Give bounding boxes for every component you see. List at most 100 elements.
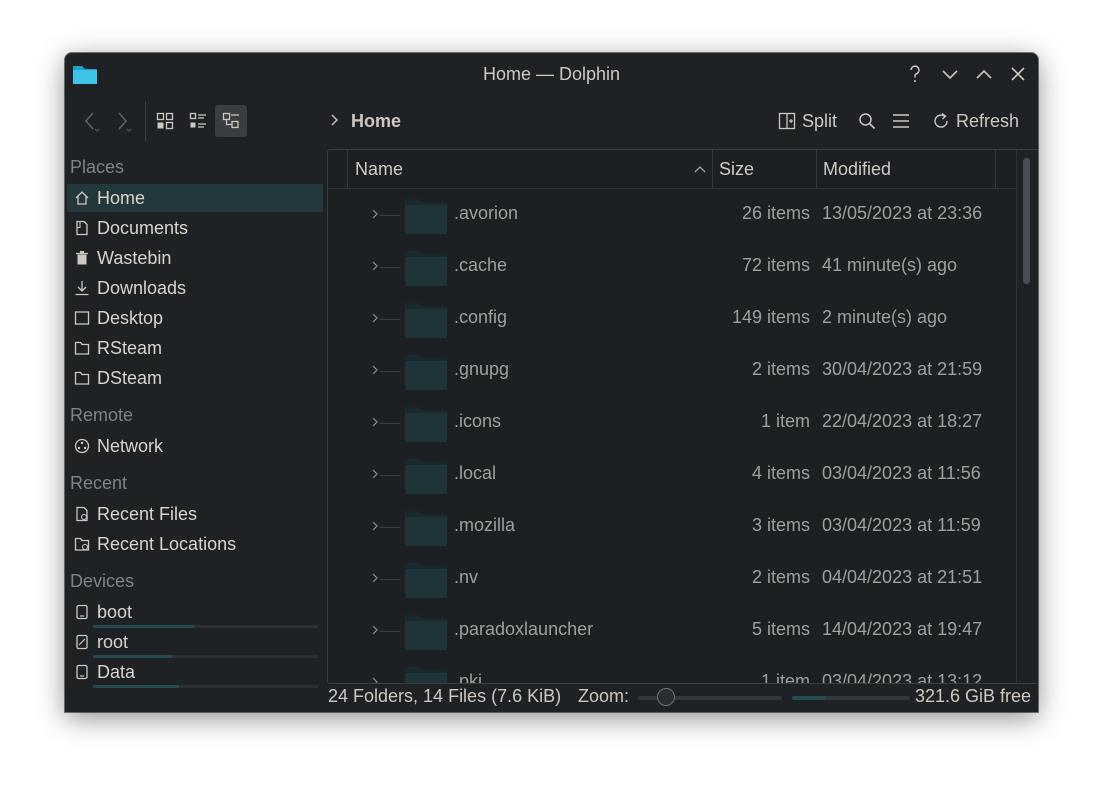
tree-line	[380, 319, 400, 320]
view-details-icon	[222, 112, 239, 129]
back-button[interactable]	[75, 105, 107, 137]
tree-line	[380, 475, 400, 476]
downloads-icon	[74, 280, 90, 296]
zoom-label: Zoom:	[578, 686, 630, 706]
file-view[interactable]: Name Size Modified .avorion 26 items 13/05…	[327, 149, 1038, 684]
sidebar-item-label: Wastebin	[97, 247, 172, 268]
refresh-button[interactable]: Refresh	[932, 109, 1019, 133]
home-icon	[74, 190, 90, 206]
file-row[interactable]: .mozilla 3 items 03/04/2023 at 11:59	[328, 501, 1016, 553]
toolbar-separator	[145, 101, 146, 141]
documents-icon	[74, 220, 90, 236]
chevron-down-icon	[942, 70, 958, 80]
tree-line	[380, 631, 400, 632]
free-space-bar	[792, 696, 910, 700]
section-places: Places	[70, 157, 125, 177]
tree-line	[380, 527, 400, 528]
free-space-fill	[792, 696, 827, 700]
sidebar-item-label: Documents	[97, 217, 189, 238]
split-button[interactable]: Split	[778, 109, 837, 133]
file-row[interactable]: .config 149 items 2 minute(s) ago	[328, 293, 1016, 345]
sidebar-item-documents[interactable]: Documents	[67, 214, 323, 242]
breadcrumb-home[interactable]: Home	[351, 111, 401, 132]
expand-chevron-icon[interactable]	[370, 259, 380, 273]
file-size: 5 items	[751, 619, 810, 639]
file-modified: 14/04/2023 at 19:47	[822, 619, 983, 639]
maximize-button[interactable]	[973, 63, 995, 85]
expand-chevron-icon[interactable]	[370, 519, 380, 533]
vertical-scrollbar[interactable]	[1016, 150, 1038, 683]
search-button[interactable]	[858, 109, 876, 133]
split-view-icon	[778, 112, 796, 130]
icons-view-button[interactable]	[149, 105, 181, 137]
help-button[interactable]	[904, 63, 926, 85]
tree-line	[380, 267, 400, 268]
status-summary: 24 Folders, 14 Files (7.6 KiB)	[328, 686, 562, 706]
hamburger-menu-icon	[893, 114, 909, 128]
section-remote: Remote	[70, 405, 134, 425]
expand-chevron-icon[interactable]	[370, 467, 380, 481]
expand-chevron-icon[interactable]	[370, 675, 380, 683]
sidebar-item-home[interactable]: Home	[67, 184, 323, 212]
column-separator	[995, 150, 996, 188]
file-name: .avorion	[454, 203, 519, 223]
expand-chevron-icon[interactable]	[370, 207, 380, 221]
file-row[interactable]: .pki 1 item 03/04/2023 at 13:12	[328, 657, 1016, 683]
file-modified: 13/05/2023 at 23:36	[822, 203, 983, 223]
scrollbar-thumb[interactable]	[1023, 158, 1030, 284]
details-view-button[interactable]	[215, 105, 247, 137]
dolphin-window: Home — Dolphin Home Split Refresh Places…	[65, 53, 1038, 712]
sidebar-item-label: RSteam	[97, 337, 163, 358]
refresh-icon	[934, 112, 948, 128]
sidebar-item-recent-files[interactable]: Recent Files	[67, 500, 323, 528]
file-modified: 03/04/2023 at 13:12	[822, 671, 983, 683]
expand-chevron-icon[interactable]	[370, 415, 380, 429]
menu-button[interactable]	[892, 109, 910, 133]
file-row[interactable]: .avorion 26 items 13/05/2023 at 23:36	[328, 189, 1016, 241]
sidebar-item-boot[interactable]: boot	[67, 598, 323, 626]
sidebar-item-recent-locations[interactable]: Recent Locations	[67, 530, 323, 558]
zoom-slider-handle[interactable]	[656, 688, 675, 706]
file-row[interactable]: .local 4 items 03/04/2023 at 11:56	[328, 449, 1016, 501]
file-row[interactable]: .paradoxlauncher 5 items 14/04/2023 at 19:…	[328, 605, 1016, 657]
file-row[interactable]: .gnupg 2 items 30/04/2023 at 21:59	[328, 345, 1016, 397]
minimize-button[interactable]	[939, 63, 961, 85]
sidebar-item-rsteam[interactable]: RSteam	[67, 334, 323, 362]
column-name[interactable]: Name	[355, 150, 403, 188]
file-modified: 22/04/2023 at 18:27	[822, 411, 983, 431]
expand-chevron-icon[interactable]	[370, 363, 380, 377]
sidebar-item-downloads[interactable]: Downloads	[67, 274, 323, 302]
file-name: .mozilla	[454, 515, 516, 535]
sidebar-item-root[interactable]: root	[67, 628, 323, 656]
sidebar-item-data[interactable]: Data	[67, 658, 323, 686]
close-button[interactable]	[1007, 63, 1029, 85]
folder-icon	[405, 407, 447, 442]
expand-chevron-icon[interactable]	[370, 571, 380, 585]
file-name: .config	[454, 307, 508, 327]
column-size[interactable]: Size	[719, 150, 754, 188]
compact-view-button[interactable]	[182, 105, 214, 137]
sidebar-item-desktop[interactable]: Desktop	[67, 304, 323, 332]
folder-icon	[405, 667, 447, 683]
help-icon	[910, 65, 920, 82]
file-row[interactable]: .nv 2 items 04/04/2023 at 21:51	[328, 553, 1016, 605]
sidebar-item-label: DSteam	[97, 367, 163, 388]
arrow-right-icon	[118, 112, 132, 132]
view-icons-icon	[156, 112, 174, 130]
places-panel: Places Home Documents Wastebin Downloads…	[65, 149, 325, 709]
expand-chevron-icon[interactable]	[370, 623, 380, 637]
sidebar-item-network[interactable]: Network	[67, 432, 323, 460]
forward-button[interactable]	[107, 105, 139, 137]
title-bar[interactable]: Home — Dolphin	[65, 53, 1038, 95]
file-row[interactable]: .icons 1 item 22/04/2023 at 18:27	[328, 397, 1016, 449]
close-icon	[1011, 67, 1025, 81]
column-modified[interactable]: Modified	[823, 150, 891, 188]
file-list: .avorion 26 items 13/05/2023 at 23:36 .cach…	[328, 189, 1016, 683]
toolbar: Home Split Refresh	[65, 97, 1038, 143]
expand-chevron-icon[interactable]	[370, 311, 380, 325]
column-separator	[712, 150, 713, 188]
file-name: .icons	[454, 411, 502, 431]
file-row[interactable]: .cache 72 items 41 minute(s) ago	[328, 241, 1016, 293]
sidebar-item-wastebin[interactable]: Wastebin	[67, 244, 323, 272]
sidebar-item-dsteam[interactable]: DSteam	[67, 364, 323, 392]
